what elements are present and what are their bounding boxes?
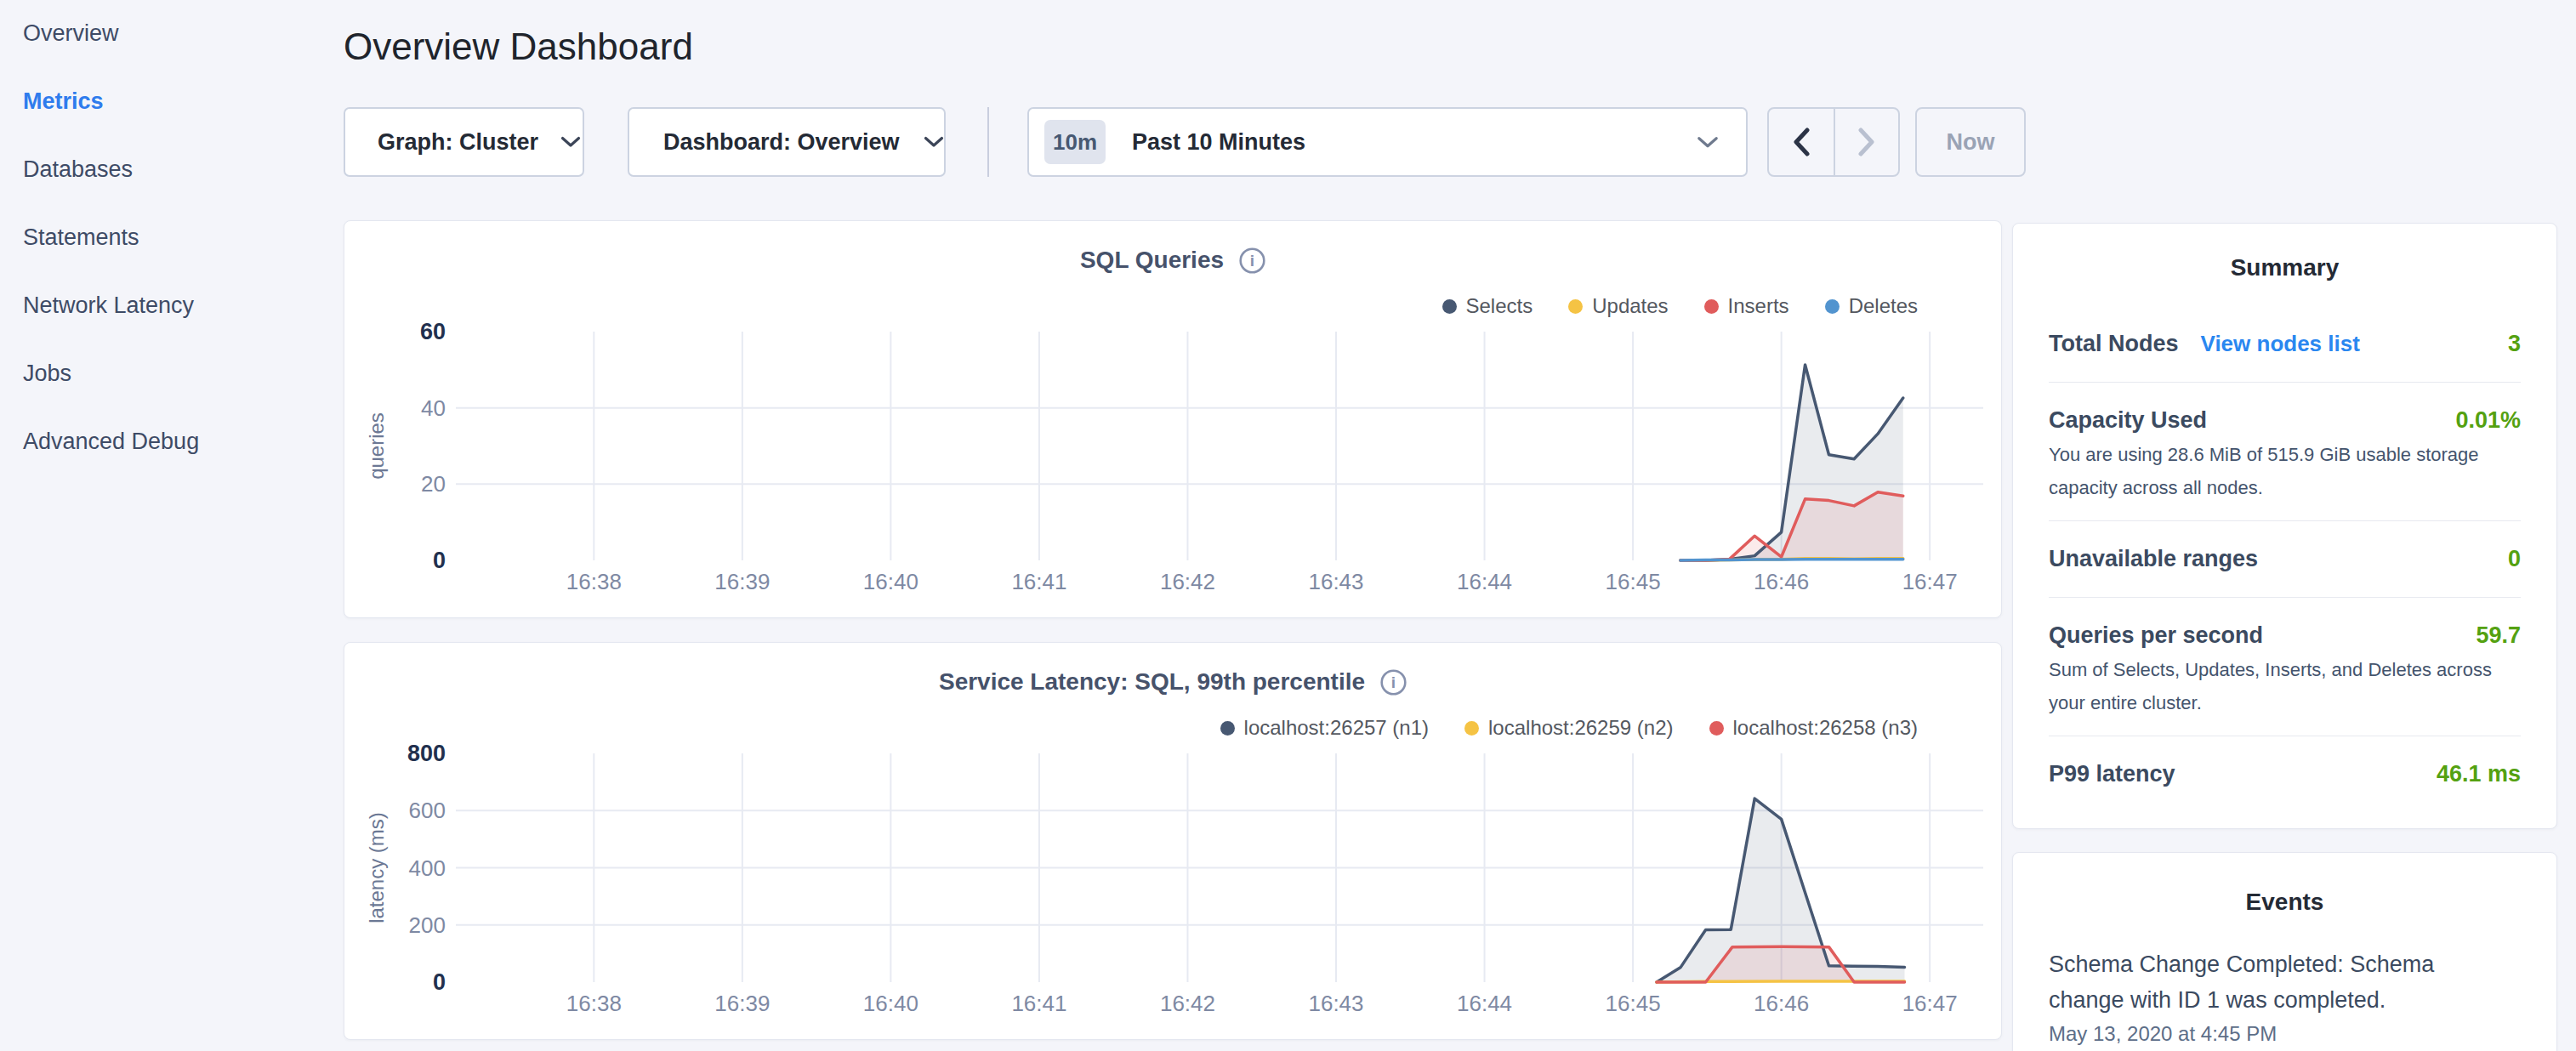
sidebar: OverviewMetricsDatabasesStatementsNetwor… (0, 0, 344, 1051)
svg-text:16:41: 16:41 (1011, 569, 1066, 594)
page: OverviewMetricsDatabasesStatementsNetwor… (0, 0, 2576, 1051)
svg-text:16:41: 16:41 (1011, 991, 1066, 1016)
svg-text:800: 800 (407, 741, 446, 766)
summary-row-label: Queries per second (2049, 622, 2263, 649)
main-content: Overview Dashboard Graph: Cluster Dashbo… (344, 0, 2576, 1051)
svg-text:16:44: 16:44 (1457, 991, 1512, 1016)
event-item: Schema Change Completed: Schema change w… (2049, 946, 2521, 1046)
charts-column: SQL QueriesiSelectsUpdatesInsertsDeletes… (344, 220, 2002, 1040)
graph-dropdown-label: Graph: Cluster (378, 129, 538, 156)
svg-text:16:46: 16:46 (1754, 569, 1809, 594)
dashboard-content: SQL QueriesiSelectsUpdatesInsertsDeletes… (344, 220, 2576, 1051)
summary-row: P99 latency 46.1 ms (2049, 761, 2521, 787)
chevron-right-icon (1858, 128, 1875, 156)
summary-row-value: 0 (2508, 546, 2521, 572)
summary-row-label: Total Nodes (2049, 331, 2179, 357)
svg-text:16:38: 16:38 (566, 991, 622, 1016)
right-sidebar: Summary Total Nodes View nodes list 3 Capac… (2012, 220, 2557, 1051)
svg-text:16:44: 16:44 (1457, 569, 1512, 594)
svg-text:16:46: 16:46 (1754, 991, 1809, 1016)
summary-panel: Summary Total Nodes View nodes list 3 Capac… (2012, 223, 2557, 829)
summary-row: Total Nodes View nodes list 3 (2049, 331, 2521, 357)
chevron-down-icon (560, 136, 581, 148)
svg-text:16:43: 16:43 (1308, 569, 1363, 594)
sidebar-item-statements[interactable]: Statements (0, 223, 344, 291)
svg-text:600: 600 (409, 798, 446, 823)
summary-divider (2049, 382, 2521, 383)
svg-text:16:38: 16:38 (566, 569, 622, 594)
events-panel: Events Schema Change Completed: Schema c… (2012, 852, 2557, 1051)
svg-text:queries: queries (365, 412, 388, 480)
chart-plot: 0 200 400 600 800 16:38 16:39 16:40 16:41 16:42 16… (344, 643, 2003, 1041)
summary-row-value: 46.1 ms (2437, 761, 2521, 787)
svg-text:16:39: 16:39 (714, 991, 770, 1016)
events-title: Events (2049, 889, 2521, 916)
summary-row-value: 0.01% (2455, 407, 2521, 434)
svg-text:16:42: 16:42 (1160, 991, 1215, 1016)
chart-card-0: SQL QueriesiSelectsUpdatesInsertsDeletes… (344, 220, 2002, 618)
event-timestamp: May 13, 2020 at 4:45 PM (2049, 1022, 2521, 1046)
step-back-button[interactable] (1769, 109, 1834, 175)
chevron-left-icon (1793, 128, 1810, 156)
summary-row-description: You are using 28.6 MiB of 515.9 GiB usab… (2049, 438, 2521, 504)
svg-text:0: 0 (433, 969, 446, 995)
summary-row: Capacity Used 0.01% You are using 28.6 MiB… (2049, 407, 2521, 504)
chevron-down-icon (924, 136, 944, 148)
svg-text:200: 200 (409, 912, 446, 938)
svg-text:20: 20 (421, 471, 446, 497)
svg-text:16:42: 16:42 (1160, 569, 1215, 594)
sidebar-item-advanced-debug[interactable]: Advanced Debug (0, 427, 344, 495)
sidebar-item-jobs[interactable]: Jobs (0, 359, 344, 427)
summary-row-label: Capacity Used (2049, 407, 2207, 434)
dashboard-dropdown[interactable]: Dashboard: Overview (628, 107, 946, 177)
time-step-buttons (1767, 107, 1900, 177)
svg-text:16:47: 16:47 (1902, 991, 1958, 1016)
svg-text:16:40: 16:40 (863, 991, 918, 1016)
chevron-down-icon (1697, 136, 1719, 149)
summary-row-description: Sum of Selects, Updates, Inserts, and De… (2049, 653, 2521, 719)
summary-row: Unavailable ranges 0 (2049, 546, 2521, 572)
svg-text:16:47: 16:47 (1902, 569, 1958, 594)
summary-divider (2049, 597, 2521, 598)
summary-row-link[interactable]: View nodes list (2201, 331, 2360, 357)
svg-text:40: 40 (421, 395, 446, 421)
chart-plot: 0 20 40 60 16:38 16:39 16:40 16:41 16:42 16:43 16:… (344, 221, 2003, 619)
svg-text:latency (ms): latency (ms) (365, 812, 388, 923)
sidebar-item-network-latency[interactable]: Network Latency (0, 291, 344, 359)
svg-text:16:40: 16:40 (863, 569, 918, 594)
time-range-label: Past 10 Minutes (1132, 129, 1305, 156)
page-title: Overview Dashboard (344, 26, 2576, 68)
svg-text:16:45: 16:45 (1606, 569, 1661, 594)
toolbar-divider (987, 107, 989, 177)
time-range-picker[interactable]: 10m Past 10 Minutes (1027, 107, 1748, 177)
time-range-badge: 10m (1044, 120, 1106, 164)
sidebar-item-databases[interactable]: Databases (0, 155, 344, 223)
event-message: Schema Change Completed: Schema change w… (2049, 946, 2487, 1018)
summary-row-label: Unavailable ranges (2049, 546, 2258, 572)
svg-text:400: 400 (409, 855, 446, 881)
summary-title: Summary (2049, 254, 2521, 281)
dashboard-dropdown-label: Dashboard: Overview (663, 129, 900, 156)
summary-row: Queries per second 59.7 Sum of Selects, Up… (2049, 622, 2521, 719)
summary-rows: Total Nodes View nodes list 3 Capacity Used… (2049, 331, 2521, 787)
now-button[interactable]: Now (1915, 107, 2026, 177)
toolbar: Graph: Cluster Dashboard: Overview 10m P… (344, 107, 2576, 177)
summary-row-label: P99 latency (2049, 761, 2175, 787)
graph-dropdown[interactable]: Graph: Cluster (344, 107, 584, 177)
summary-divider (2049, 520, 2521, 521)
svg-text:16:45: 16:45 (1606, 991, 1661, 1016)
events-list: Schema Change Completed: Schema change w… (2049, 946, 2521, 1046)
svg-text:60: 60 (420, 319, 446, 344)
summary-row-value: 59.7 (2476, 622, 2521, 649)
step-forward-button[interactable] (1834, 109, 1898, 175)
svg-text:16:39: 16:39 (714, 569, 770, 594)
summary-row-value: 3 (2508, 331, 2521, 357)
svg-text:16:43: 16:43 (1308, 991, 1363, 1016)
chart-card-1: Service Latency: SQL, 99th percentileilo… (344, 642, 2002, 1040)
sidebar-item-overview[interactable]: Overview (0, 19, 344, 87)
sidebar-item-metrics[interactable]: Metrics (0, 87, 344, 155)
svg-text:0: 0 (433, 548, 446, 573)
